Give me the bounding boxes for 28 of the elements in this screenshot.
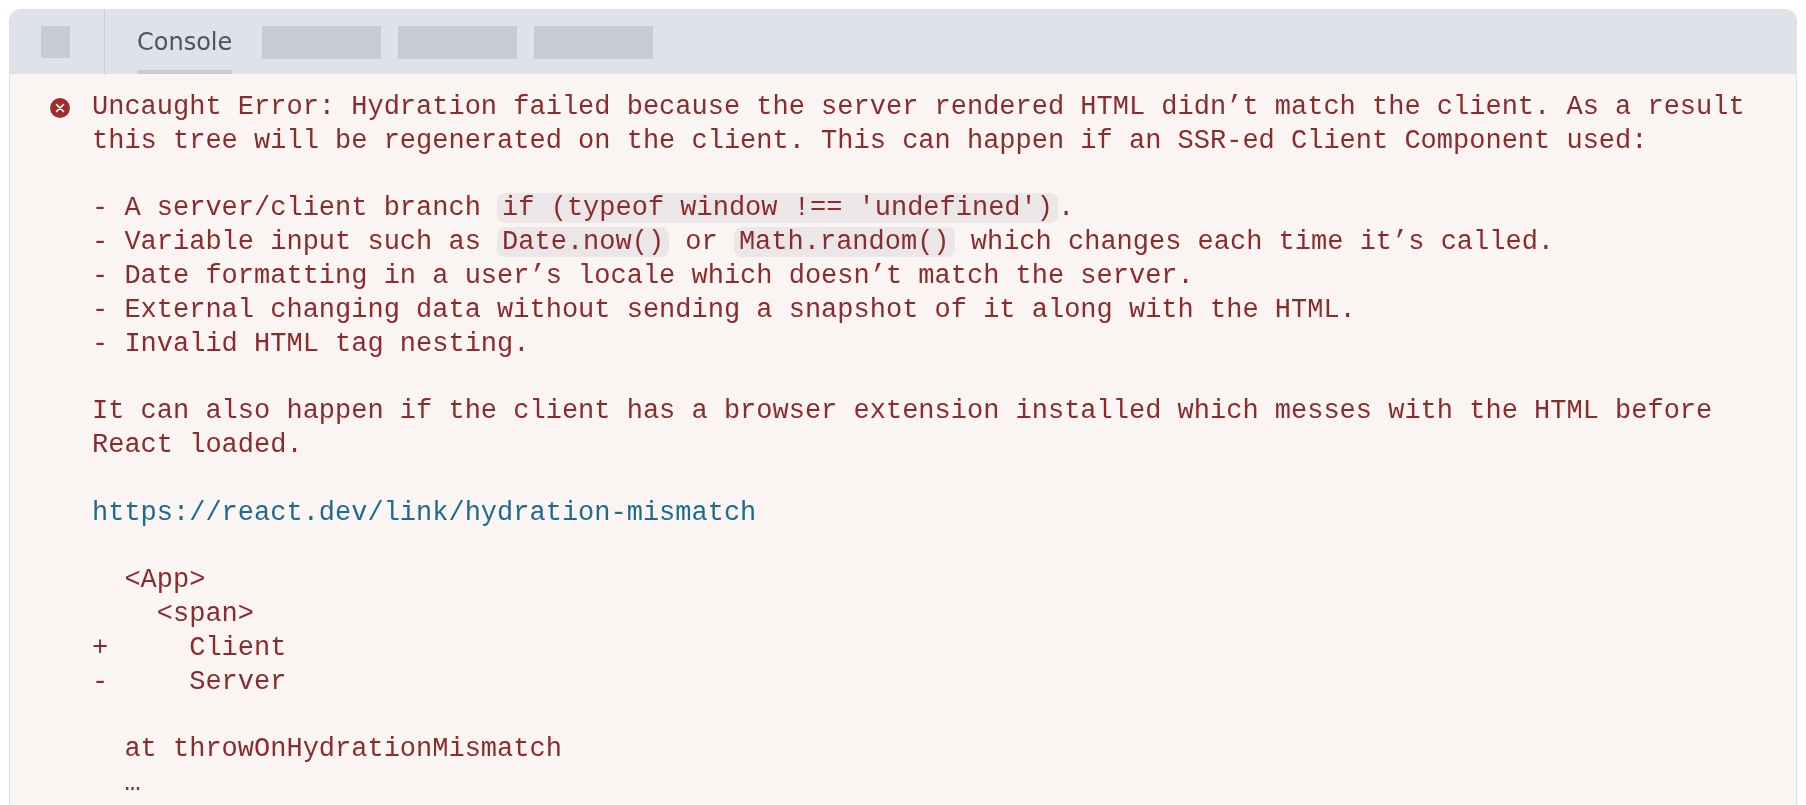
error-text: - External changing data without sending a snapshot of it along with the HTML. [92,294,1356,325]
code-snippet: if (typeof window !== 'undefined') [497,193,1058,224]
error-text: . [1057,193,1075,224]
error-text: at throwOnHydrationMismatch [123,734,562,765]
redacted-tab[interactable] [262,25,382,59]
error-text: this tree will be regenerated on the client. This can happen if an SSR-ed Client Component used: [92,125,1648,156]
error-text: or [684,227,719,258]
console-tab[interactable]: Console [137,10,233,74]
error-text: - Date formatting in a user’s locale which doesn’t match the server. [92,261,1194,291]
code-snippet: Date.now() [497,227,670,258]
error-text: - Variable input such as [92,227,482,258]
error-text: React loaded. [92,429,303,460]
error-text: which changes each time it’s called. [969,227,1555,258]
error-text: <App> [123,565,206,596]
docs-link[interactable]: https://react.dev/link/hydration-mismatch [92,497,757,528]
redacted-tab[interactable] [398,25,518,59]
error-text: … [123,767,141,798]
code-snippet: Math.random() [733,227,955,258]
error-text: It can also happen if the client has a browser extension installed which messes with the HTML before [92,396,1713,427]
redacted-tab[interactable] [534,25,654,59]
error-text: - A server/client branch [92,193,482,224]
error-text: <span> [155,598,255,629]
error-text: - Server [92,666,287,697]
toolbar-icon[interactable] [41,26,70,58]
error-text: + Client [92,632,287,663]
error-icon [50,98,70,118]
error-text: Uncaught Error: Hydration failed because the server rendered HTML didn’t match the client. As a result [92,92,1745,122]
error-text: - Invalid HTML tag nesting. [92,328,530,359]
